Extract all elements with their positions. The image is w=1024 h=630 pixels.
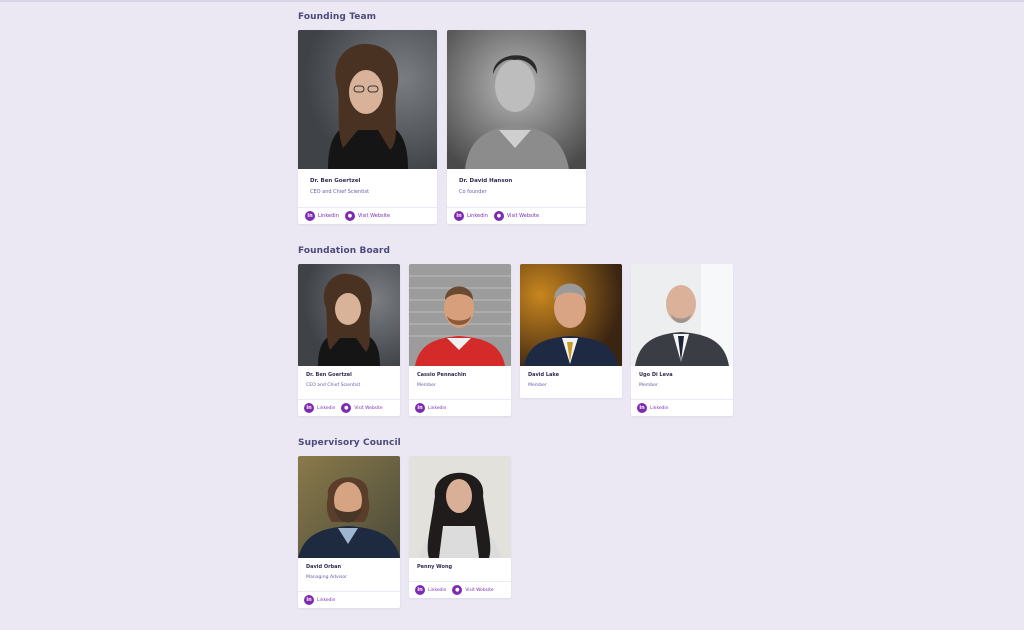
section-founding-team: Founding Team Dr. Ben Goertzel CEO and C…	[298, 12, 586, 224]
section-supervisory-council: Supervisory Council David Orban Managing…	[298, 438, 511, 608]
member-name: Cassio Pennachin	[417, 372, 467, 378]
portrait-photo	[409, 264, 511, 366]
member-role: Member	[639, 383, 658, 388]
member-name: Ugo Di Leva	[639, 372, 673, 378]
member-role: Managing Advisor	[306, 575, 348, 580]
website-link[interactable]: ● Visit Website	[341, 403, 383, 413]
portrait-photo	[298, 264, 400, 366]
link-label: Visit Website	[506, 213, 540, 219]
linkedin-link[interactable]: in Linkedin	[304, 595, 335, 605]
linkedin-link[interactable]: in Linkedin	[304, 403, 335, 413]
linkedin-icon: in	[637, 403, 647, 413]
member-name: David Lake	[528, 372, 559, 378]
linkedin-icon: in	[304, 595, 314, 605]
linkedin-link[interactable]: in Linkedin	[637, 403, 668, 413]
section-title: Founding Team	[298, 12, 377, 22]
member-name: Dr. Ben Goertzel	[310, 178, 361, 184]
link-label: Linkedin	[318, 213, 339, 219]
member-role: Member	[528, 383, 547, 388]
card-links: in Linkedin ● Visit Website	[298, 399, 400, 416]
link-label: Linkedin	[467, 213, 488, 219]
member-role: Member	[417, 383, 436, 388]
link-label: Visit Website	[354, 405, 383, 411]
link-label: Visit Website	[357, 213, 391, 219]
team-card-david-lake[interactable]: David Lake Member	[520, 264, 622, 398]
linkedin-icon: in	[415, 403, 425, 413]
portrait-photo	[447, 30, 586, 169]
website-link[interactable]: ● Visit Website	[452, 585, 494, 595]
link-label: Linkedin	[428, 587, 447, 593]
card-links: in Linkedin ● Visit Website	[409, 581, 511, 598]
linkedin-link[interactable]: in Linkedin	[415, 403, 446, 413]
linkedin-icon: in	[305, 211, 315, 221]
team-card-cassio-pennachin[interactable]: Cassio Pennachin Member in Linkedin	[409, 264, 511, 416]
website-link[interactable]: ● Visit Website	[344, 211, 391, 221]
linkedin-link[interactable]: in Linkedin	[305, 211, 339, 221]
link-label: Linkedin	[317, 597, 336, 603]
member-name: Dr. David Hanson	[459, 178, 513, 184]
website-link[interactable]: ● Visit Website	[493, 211, 540, 221]
member-role: CEO and Chief Scientist	[306, 383, 361, 388]
member-role: Co founder	[459, 189, 487, 195]
portrait-photo	[298, 456, 400, 558]
link-label: Linkedin	[650, 405, 669, 411]
portrait-photo	[409, 456, 511, 558]
top-divider	[0, 0, 1024, 2]
globe-icon: ●	[452, 585, 463, 595]
team-card-penny-wong[interactable]: Penny Wong in Linkedin ● Visit Website	[409, 456, 511, 598]
team-card-ugo-di-leva[interactable]: Ugo Di Leva Member in Linkedin	[631, 264, 733, 416]
member-name: Penny Wong	[417, 564, 453, 570]
linkedin-link[interactable]: in Linkedin	[454, 211, 488, 221]
section-title: Foundation Board	[298, 246, 391, 256]
card-links: in Linkedin ● Visit Website	[298, 207, 437, 224]
member-role: CEO and Chief Scientist	[310, 189, 370, 195]
linkedin-icon: in	[304, 403, 314, 413]
globe-icon: ●	[341, 403, 352, 413]
section-title: Supervisory Council	[298, 438, 401, 448]
link-label: Linkedin	[428, 405, 447, 411]
team-card-david-orban[interactable]: David Orban Managing Advisor in Linkedin	[298, 456, 400, 608]
linkedin-link[interactable]: in Linkedin	[415, 585, 446, 595]
linkedin-icon: in	[454, 211, 464, 221]
team-card-david-hanson[interactable]: Dr. David Hanson Co founder in Linkedin …	[447, 30, 586, 224]
card-links: in Linkedin	[409, 399, 511, 416]
member-name: David Orban	[306, 564, 342, 570]
portrait-photo	[520, 264, 622, 366]
section-foundation-board: Foundation Board Dr. Ben Goertzel CEO an…	[298, 246, 733, 416]
card-links: in Linkedin	[631, 399, 733, 416]
team-card-ben-goertzel[interactable]: Dr. Ben Goertzel CEO and Chief Scientist…	[298, 30, 437, 224]
linkedin-icon: in	[415, 585, 425, 595]
team-card-ben-goertzel[interactable]: Dr. Ben Goertzel CEO and Chief Scientist…	[298, 264, 400, 416]
card-links: in Linkedin ● Visit Website	[447, 207, 586, 224]
member-name: Dr. Ben Goertzel	[306, 372, 352, 378]
globe-icon: ●	[344, 211, 355, 221]
link-label: Visit Website	[465, 587, 494, 593]
card-links: in Linkedin	[298, 591, 400, 608]
portrait-photo	[631, 264, 733, 366]
portrait-photo	[298, 30, 437, 169]
globe-icon: ●	[493, 211, 504, 221]
link-label: Linkedin	[317, 405, 336, 411]
